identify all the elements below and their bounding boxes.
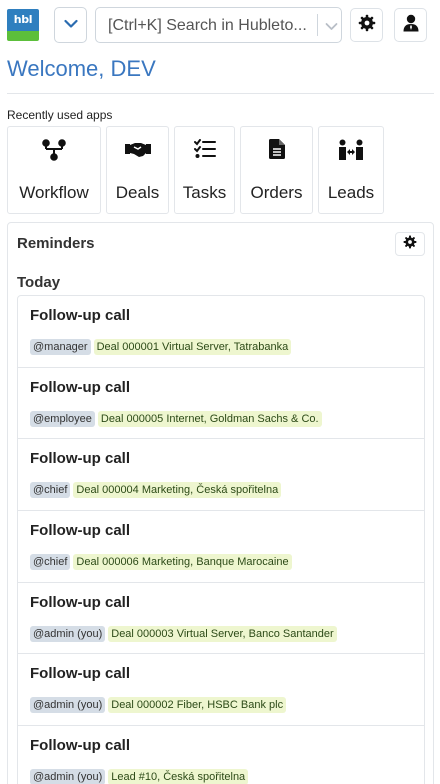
assignee-badge: @chief bbox=[30, 554, 71, 571]
workflow-icon bbox=[8, 139, 100, 161]
top-bar: hbl [Ctrl+K] Search in Hubleto... bbox=[0, 0, 440, 52]
record-link[interactable]: Deal 000005 Internet, Goldman Sachs & Co… bbox=[97, 410, 322, 427]
logo-text: hbl bbox=[7, 9, 39, 31]
record-link[interactable]: Lead #10, Česká spořitelna bbox=[108, 769, 249, 784]
reminder-item[interactable]: Follow-up call @chief Deal 000004 Market… bbox=[18, 439, 424, 512]
assignee-badge: @employee bbox=[30, 410, 95, 427]
reminder-title: Follow-up call bbox=[30, 307, 130, 324]
menu-toggle-button[interactable] bbox=[54, 7, 87, 43]
hubleto-logo[interactable]: hbl bbox=[7, 9, 39, 41]
global-search-input[interactable]: [Ctrl+K] Search in Hubleto... bbox=[95, 7, 342, 43]
reminder-item[interactable]: Follow-up call @manager Deal 000001 Virt… bbox=[18, 296, 424, 368]
reminder-tags: @employee Deal 000005 Internet, Goldman … bbox=[30, 410, 322, 427]
app-label: Leads bbox=[327, 183, 375, 202]
record-link[interactable]: Deal 000002 Fiber, HSBC Bank plc bbox=[108, 697, 287, 714]
search-dropdown-icon[interactable] bbox=[322, 17, 340, 35]
reminder-item[interactable]: Follow-up call @employee Deal 000005 Int… bbox=[18, 368, 424, 440]
assignee-badge: @admin (you) bbox=[30, 625, 106, 642]
record-link[interactable]: Deal 000003 Virtual Server, Banco Santan… bbox=[108, 625, 337, 642]
app-label: Workflow bbox=[19, 183, 89, 202]
reminder-title: Follow-up call bbox=[30, 593, 130, 611]
reminder-title: Follow-up call bbox=[30, 378, 130, 396]
app-tile-tasks[interactable]: Tasks bbox=[174, 126, 235, 214]
recent-apps-label: Recently used apps bbox=[7, 108, 113, 122]
reminder-item[interactable]: Follow-up call @admin (you) Deal 000003 … bbox=[18, 583, 424, 655]
record-link[interactable]: Deal 000004 Marketing, Česká spořitelna bbox=[73, 482, 282, 499]
reminder-tags: @admin (you) Deal 000003 Virtual Server,… bbox=[30, 625, 337, 642]
reminder-tags: @manager Deal 000001 Virtual Server, Tat… bbox=[30, 339, 292, 355]
assignee-badge: @chief bbox=[30, 482, 71, 499]
search-divider bbox=[317, 14, 318, 36]
page-title: Welcome, DEV bbox=[7, 56, 156, 81]
app-tile-workflow[interactable]: Workflow bbox=[7, 126, 101, 214]
reminder-title: Follow-up call bbox=[30, 737, 130, 755]
app-label: Deals bbox=[115, 183, 160, 202]
reminders-title: Reminders bbox=[17, 235, 95, 252]
reminder-item[interactable]: Follow-up call @admin (you) Deal 000002 … bbox=[18, 654, 424, 727]
app-tile-leads[interactable]: Leads bbox=[318, 126, 384, 214]
user-icon bbox=[403, 14, 419, 37]
reminders-group-title: Today bbox=[17, 274, 61, 291]
record-link[interactable]: Deal 000006 Marketing, Banque Marocaine bbox=[73, 554, 292, 571]
divider bbox=[7, 93, 434, 94]
reminder-tags: @chief Deal 000004 Marketing, Česká spoř… bbox=[30, 482, 282, 499]
assignee-badge: @admin (you) bbox=[30, 697, 106, 714]
reminder-tags: @chief Deal 000006 Marketing, Banque Mar… bbox=[30, 554, 292, 571]
reminder-item[interactable]: Follow-up call @admin (you) Lead #10, Če… bbox=[18, 726, 424, 784]
reminder-title: Follow-up call bbox=[30, 522, 130, 540]
reminders-panel: Reminders Today Follow-up call @manager … bbox=[7, 222, 434, 784]
reminders-list: Follow-up call @manager Deal 000001 Virt… bbox=[17, 295, 425, 784]
document-icon bbox=[241, 139, 312, 159]
tasks-icon bbox=[175, 139, 234, 159]
logo-stripe bbox=[7, 31, 39, 41]
app-label: Tasks bbox=[182, 183, 227, 202]
reminder-title: Follow-up call bbox=[30, 450, 130, 468]
assignee-badge: @manager bbox=[30, 339, 91, 355]
record-link[interactable]: Deal 000001 Virtual Server, Tatrabanka bbox=[93, 339, 292, 355]
gear-icon bbox=[358, 14, 376, 37]
reminder-item[interactable]: Follow-up call @chief Deal 000006 Market… bbox=[18, 511, 424, 583]
assignee-badge: @admin (you) bbox=[30, 769, 106, 784]
handshake-icon bbox=[107, 139, 168, 159]
app-tile-orders[interactable]: Orders bbox=[240, 126, 313, 214]
people-arrows-icon bbox=[319, 139, 383, 161]
reminder-title: Follow-up call bbox=[30, 665, 130, 683]
settings-button[interactable] bbox=[350, 8, 383, 42]
reminder-tags: @admin (you) Lead #10, Česká spořitelna bbox=[30, 769, 249, 784]
reminder-tags: @admin (you) Deal 000002 Fiber, HSBC Ban… bbox=[30, 697, 287, 714]
chevron-down-icon bbox=[63, 16, 78, 34]
gear-icon bbox=[403, 235, 417, 254]
app-tile-deals[interactable]: Deals bbox=[106, 126, 169, 214]
reminders-settings-button[interactable] bbox=[395, 232, 425, 256]
app-label: Orders bbox=[250, 183, 303, 202]
user-profile-button[interactable] bbox=[394, 8, 427, 42]
search-placeholder: [Ctrl+K] Search in Hubleto... bbox=[108, 17, 307, 34]
